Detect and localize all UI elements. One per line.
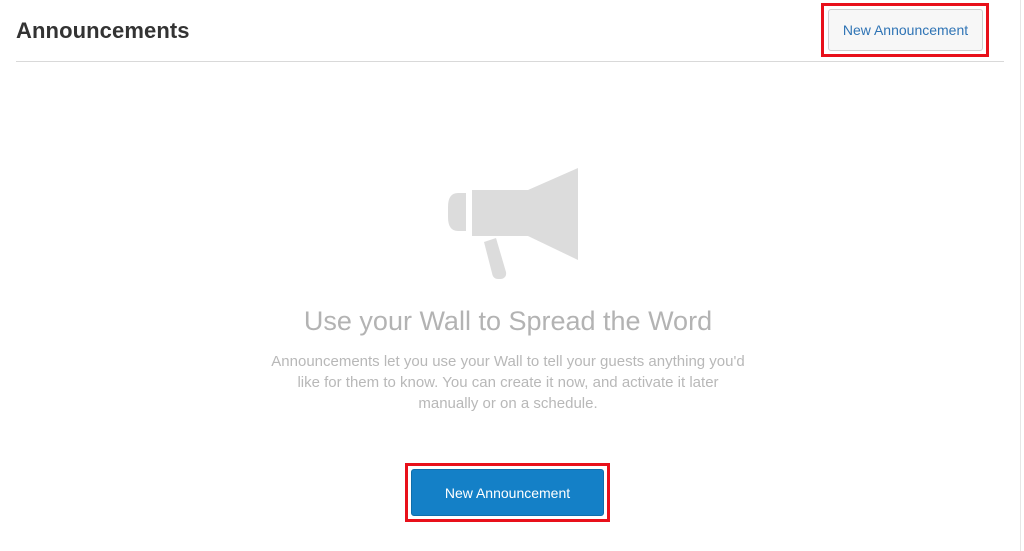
right-divider <box>1020 0 1021 551</box>
new-announcement-button-primary[interactable]: New Announcement <box>411 469 604 516</box>
megaphone-icon <box>448 168 578 279</box>
empty-state-title: Use your Wall to Spread the Word <box>303 306 713 336</box>
announcements-page: Announcements New Announcement Use your … <box>0 0 1024 551</box>
empty-state-description: Announcements let you use your Wall to t… <box>271 353 745 412</box>
empty-state: Use your Wall to Spread the Word Announc… <box>0 160 1016 414</box>
page-title: Announcements <box>16 18 190 43</box>
new-announcement-button-header[interactable]: New Announcement <box>828 9 983 51</box>
